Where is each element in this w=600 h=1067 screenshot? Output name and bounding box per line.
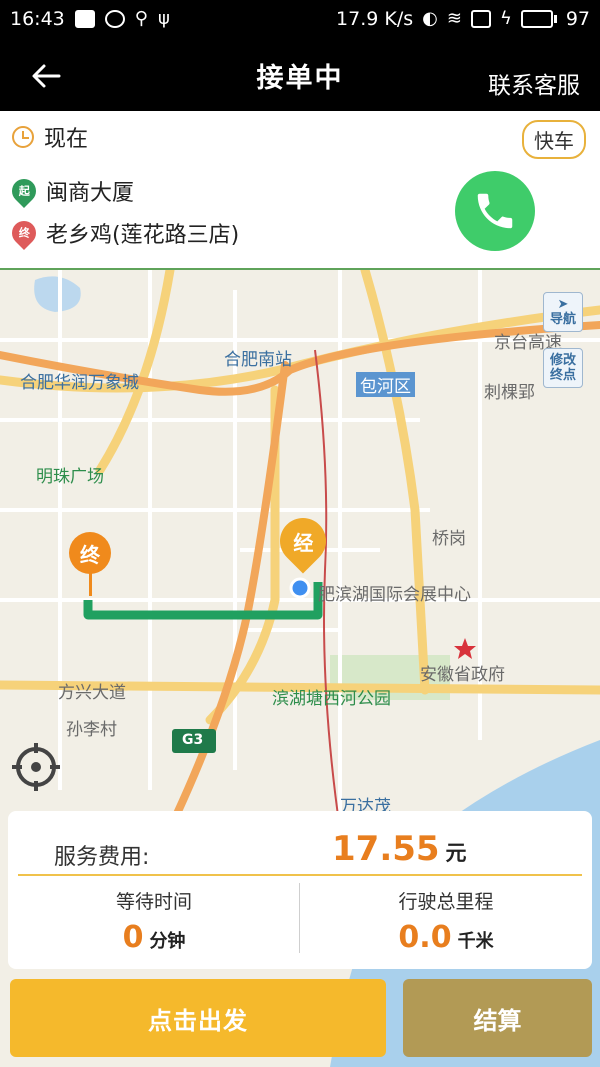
distance-unit: 千米 (457, 931, 494, 952)
service-fee: 17.55 元 (332, 829, 467, 869)
order-time: 现在 (44, 127, 89, 152)
map-label-park: 滨湖塘西河公园 (272, 689, 391, 709)
map-label-station: 合肥南站 (224, 350, 292, 370)
paper-plane-icon: ➤ (557, 297, 569, 312)
end-marker[interactable]: 终 (69, 532, 111, 574)
map-label-village: 刺棵郢 (484, 383, 535, 403)
network-speed: 17.9 K/s (336, 8, 414, 30)
distance-stat: 行驶总里程 0.0 千米 (300, 887, 592, 955)
depart-button[interactable]: 点击出发 (10, 979, 386, 1057)
wait-time-value: 0 (122, 920, 144, 955)
map-label-expo: 肥滨湖国际会展中心 (318, 585, 471, 605)
service-fee-unit: 元 (445, 841, 467, 865)
distance-label: 行驶总里程 (398, 891, 494, 913)
order-info-panel: 现在 快车 起 闽商大厦 终 老乡鸡(莲花路三店) (0, 111, 600, 270)
share-notification-icon: ⚲ (134, 8, 148, 29)
status-bar: 16:43 ⚲ ψ 17.9 K/s ◐ ≋ ϟ 97 (0, 0, 600, 38)
contact-service-button[interactable]: 联系客服 (488, 66, 580, 100)
service-fee-label: 服务费用: (54, 845, 150, 870)
check-notification-icon (104, 10, 125, 28)
end-marker-stem (89, 570, 92, 596)
battery-percent: 97 (565, 8, 590, 30)
map-label-mall: 合肥华润万象城 (20, 373, 139, 393)
alarm-icon: ◐ (422, 8, 438, 29)
map-label-government: 安徽省政府 (420, 665, 505, 685)
fee-divider (18, 874, 582, 876)
wifi-icon: ≋ (446, 8, 462, 29)
call-button[interactable] (455, 171, 535, 251)
end-location: 老乡鸡(莲花路三店) (46, 223, 240, 248)
map-label-square: 明珠广场 (36, 467, 104, 487)
order-time-row: 现在 (12, 121, 88, 153)
map-label-avenue: 方兴大道 (58, 683, 126, 703)
start-location-row: 起 闽商大厦 (7, 174, 135, 208)
usb-icon: ψ (157, 8, 170, 29)
wait-time-label: 等待时间 (115, 891, 192, 913)
phone-icon (477, 193, 513, 229)
navigation-button[interactable]: ➤ 导航 (543, 292, 583, 332)
battery-icon (520, 10, 557, 28)
charging-icon: ϟ (499, 8, 512, 29)
image-notification-icon (74, 10, 95, 28)
distance-value: 0.0 (398, 920, 452, 955)
crosshair-icon (12, 743, 60, 791)
edit-destination-button[interactable]: 修改终点 (543, 348, 583, 388)
map-label-g3: G3 (182, 732, 204, 748)
service-fee-amount: 17.55 (332, 829, 440, 869)
map-label-qiaogang: 桥岗 (432, 529, 466, 549)
sim-icon (470, 10, 491, 28)
title-bar: 接单中 联系客服 (0, 38, 600, 111)
settle-button[interactable]: 结算 (403, 979, 592, 1057)
clock-icon (12, 126, 34, 148)
fee-panel: 服务费用: 17.55 元 等待时间 0 分钟 行驶总里程 0.0 千米 (8, 811, 592, 969)
status-time: 16:43 (10, 8, 65, 30)
start-pin-icon: 起 (7, 174, 41, 208)
map-label-sunli: 孙李村 (66, 720, 117, 740)
car-type-badge: 快车 (522, 120, 586, 159)
wait-time-unit: 分钟 (149, 931, 186, 952)
locate-button[interactable] (9, 740, 63, 794)
wait-time-stat: 等待时间 0 分钟 (8, 887, 300, 955)
end-pin-icon: 终 (7, 216, 41, 250)
end-location-row: 终 老乡鸡(莲花路三店) (7, 216, 240, 250)
start-location: 闽商大厦 (46, 181, 135, 206)
map-label-district: 包河区 (356, 372, 415, 397)
